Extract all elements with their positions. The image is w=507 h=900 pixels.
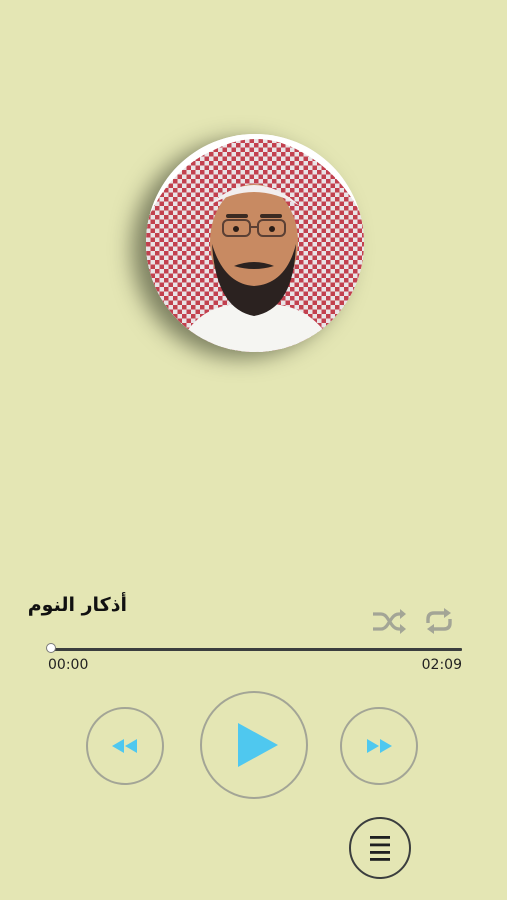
previous-button[interactable] (86, 707, 164, 785)
seek-thumb[interactable] (46, 643, 56, 653)
reciter-portrait (146, 134, 364, 352)
shuffle-button[interactable] (370, 606, 408, 636)
reciter-avatar (146, 134, 364, 352)
shuffle-icon (373, 609, 406, 634)
elapsed-time: 00:00 (48, 657, 89, 673)
fast-forward-icon (367, 739, 392, 753)
play-button[interactable] (200, 691, 308, 799)
next-button[interactable] (340, 707, 418, 785)
repeat-icon (426, 608, 452, 634)
repeat-button[interactable] (420, 606, 458, 636)
list-icon (370, 836, 390, 861)
artwork-container (140, 128, 370, 358)
play-icon (238, 723, 278, 767)
rewind-icon (112, 739, 137, 753)
playlist-button[interactable] (349, 817, 411, 879)
total-time: 02:09 (421, 657, 462, 673)
seek-bar[interactable] (46, 643, 462, 653)
track-title: أذكار النوم (27, 594, 127, 616)
